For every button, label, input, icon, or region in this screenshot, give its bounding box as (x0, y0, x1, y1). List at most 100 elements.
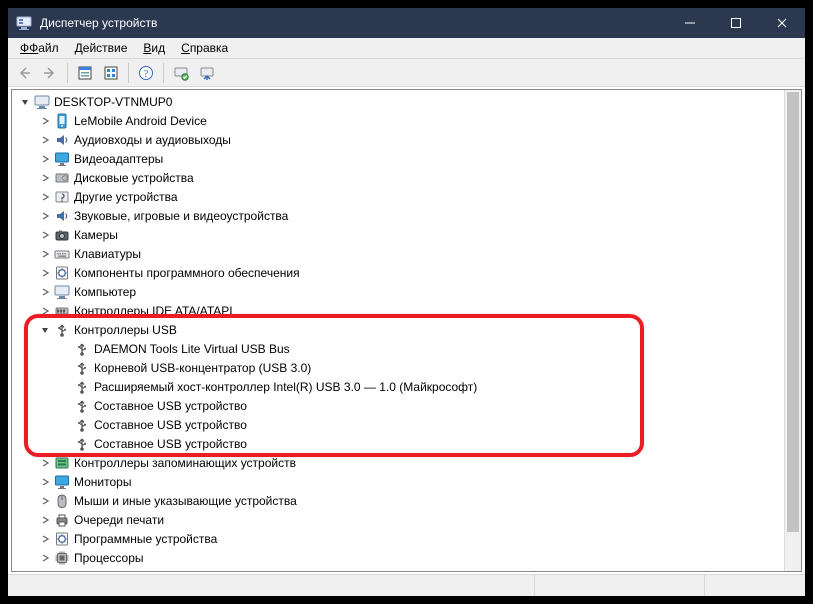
expand-icon[interactable] (38, 285, 52, 299)
window-title: Диспетчер устройств (40, 16, 667, 30)
device-label: Звуковые, игровые и видеоустройства (74, 209, 288, 223)
device-icon (54, 265, 70, 281)
device-icon (54, 322, 70, 338)
category-audio[interactable]: Аудиовходы и аудиовыходы (12, 130, 801, 149)
category-monitor[interactable]: Мониторы (12, 472, 801, 491)
expand-icon[interactable] (18, 95, 32, 109)
expand-icon[interactable] (58, 399, 72, 413)
category-disk[interactable]: Дисковые устройства (12, 168, 801, 187)
device-tree[interactable]: DESKTOP-VTNMUP0 LeMobile Android Device Ау… (12, 90, 801, 572)
category-computer[interactable]: Компьютер (12, 282, 801, 301)
category-printq[interactable]: Очереди печати (12, 510, 801, 529)
usb-device-2[interactable]: Расширяемый хост-контроллер Intel(R) USB… (12, 377, 801, 396)
device-icon (54, 189, 70, 205)
usb-device-3[interactable]: Составное USB устройство (12, 396, 801, 415)
category-usb[interactable]: Контроллеры USB (12, 320, 801, 339)
expand-icon[interactable] (38, 171, 52, 185)
category-camera[interactable]: Камеры (12, 225, 801, 244)
root-node[interactable]: DESKTOP-VTNMUP0 (12, 92, 801, 111)
expand-icon[interactable] (38, 551, 52, 565)
scrollbar[interactable] (784, 90, 801, 571)
category-storage[interactable]: Контроллеры запоминающих устройств (12, 453, 801, 472)
category-cpu[interactable]: Процессоры (12, 548, 801, 567)
device-icon (54, 246, 70, 262)
device-label: Расширяемый хост-контроллер Intel(R) USB… (94, 380, 477, 394)
expand-icon[interactable] (38, 152, 52, 166)
expand-icon[interactable] (38, 190, 52, 204)
expand-icon[interactable] (38, 570, 52, 573)
device-label: Компьютер (74, 285, 136, 299)
menu-file[interactable]: ФФайлФайл (12, 39, 67, 57)
expand-icon[interactable] (38, 247, 52, 261)
category-ide[interactable]: Контроллеры IDE ATA/ATAPI (12, 301, 801, 320)
usb-device-0[interactable]: DAEMON Tools Lite Virtual USB Bus (12, 339, 801, 358)
expand-icon[interactable] (58, 361, 72, 375)
device-label: Видеоадаптеры (74, 152, 163, 166)
forward-button[interactable] (38, 61, 62, 85)
usb-device-4[interactable]: Составное USB устройство (12, 415, 801, 434)
expand-icon[interactable] (38, 304, 52, 318)
expand-icon[interactable] (38, 513, 52, 527)
device-label: DESKTOP-VTNMUP0 (54, 95, 172, 109)
device-label: Компоненты программного обеспечения (74, 266, 300, 280)
device-icon (34, 94, 50, 110)
category-lemobile[interactable]: LeMobile Android Device (12, 111, 801, 130)
expand-icon[interactable] (58, 418, 72, 432)
toolbar-icon-3[interactable] (169, 61, 193, 85)
help-button[interactable]: ? (134, 61, 158, 85)
category-sound[interactable]: Звуковые, игровые и видеоустройства (12, 206, 801, 225)
category-net[interactable]: Сетевые адаптеры (12, 567, 801, 572)
device-label: Очереди печати (74, 513, 164, 527)
expand-icon[interactable] (38, 266, 52, 280)
maximize-button[interactable] (713, 8, 759, 38)
toolbar-icon-1[interactable] (73, 61, 97, 85)
menu-help[interactable]: Справка (173, 39, 236, 57)
expand-icon[interactable] (38, 456, 52, 470)
device-icon (54, 493, 70, 509)
device-label: Составное USB устройство (94, 418, 247, 432)
expand-icon[interactable] (38, 532, 52, 546)
device-label: Корневой USB-концентратор (USB 3.0) (94, 361, 311, 375)
menu-action[interactable]: Действие (67, 39, 136, 57)
expand-icon[interactable] (38, 209, 52, 223)
device-icon (74, 398, 90, 414)
device-icon (74, 341, 90, 357)
device-icon (54, 531, 70, 547)
category-other[interactable]: Другие устройства (12, 187, 801, 206)
toolbar-icon-2[interactable] (99, 61, 123, 85)
toolbar-icon-4[interactable] (195, 61, 219, 85)
category-mouse[interactable]: Мыши и иные указывающие устройства (12, 491, 801, 510)
close-button[interactable] (759, 8, 805, 38)
device-icon (74, 379, 90, 395)
device-icon (54, 569, 70, 573)
category-video[interactable]: Видеоадаптеры (12, 149, 801, 168)
device-label: Контроллеры запоминающих устройств (74, 456, 296, 470)
back-button[interactable] (12, 61, 36, 85)
expand-icon[interactable] (38, 133, 52, 147)
usb-device-5[interactable]: Составное USB устройство (12, 434, 801, 453)
category-software[interactable]: Компоненты программного обеспечения (12, 263, 801, 282)
category-softdev[interactable]: Программные устройства (12, 529, 801, 548)
window: Диспетчер устройств ФФайлФайл Действие В… (8, 8, 805, 596)
titlebar: Диспетчер устройств (8, 8, 805, 38)
expand-icon[interactable] (58, 380, 72, 394)
minimize-button[interactable] (667, 8, 713, 38)
device-icon (54, 132, 70, 148)
device-label: Контроллеры IDE ATA/ATAPI (74, 304, 233, 318)
expand-icon[interactable] (38, 228, 52, 242)
menu-view[interactable]: Вид (135, 39, 173, 57)
scroll-thumb[interactable] (787, 92, 799, 532)
expand-icon[interactable] (38, 475, 52, 489)
expand-icon[interactable] (58, 342, 72, 356)
usb-device-1[interactable]: Корневой USB-концентратор (USB 3.0) (12, 358, 801, 377)
device-label: LeMobile Android Device (74, 114, 207, 128)
device-label: Составное USB устройство (94, 437, 247, 451)
statusbar (8, 574, 805, 596)
expand-icon[interactable] (38, 114, 52, 128)
expand-icon[interactable] (38, 323, 52, 337)
device-label: Мониторы (74, 475, 131, 489)
category-keyboard[interactable]: Клавиатуры (12, 244, 801, 263)
expand-icon[interactable] (58, 437, 72, 451)
device-label: Контроллеры USB (74, 323, 177, 337)
expand-icon[interactable] (38, 494, 52, 508)
